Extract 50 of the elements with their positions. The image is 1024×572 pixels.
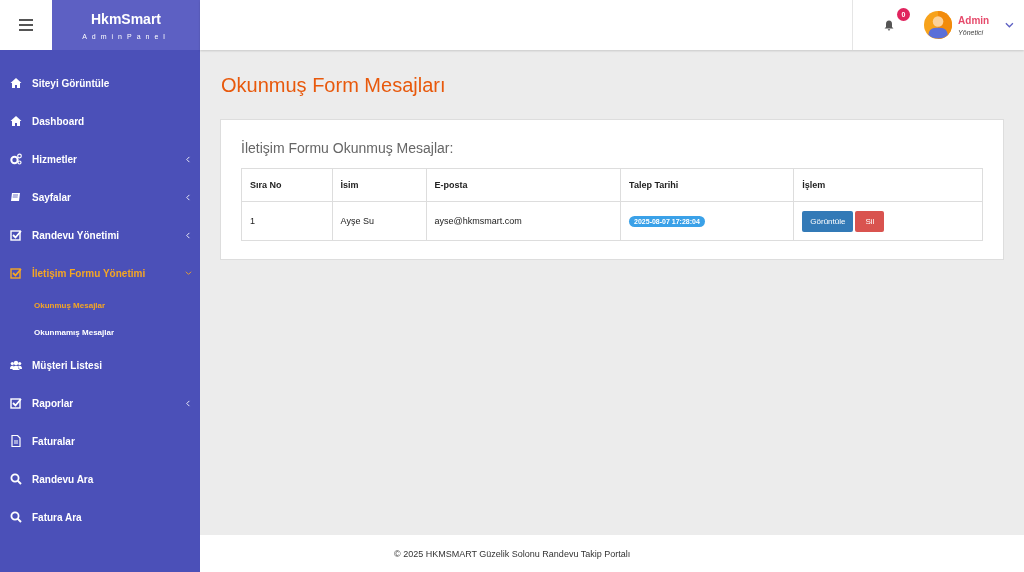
column-header: İsim — [332, 168, 427, 202]
book-icon — [10, 191, 22, 203]
submenu-item[interactable]: Okunmuş Mesajlar — [0, 292, 200, 319]
sidebar-item[interactable]: Dashboard — [0, 102, 200, 140]
user-name: Admin — [958, 14, 990, 26]
checkbox-icon — [10, 397, 22, 409]
chevron-down-icon — [185, 269, 192, 277]
column-header: Talep Tarihi — [620, 168, 794, 202]
column-header: E-posta — [426, 168, 621, 202]
sidebar-item[interactable]: Hizmetler — [0, 140, 200, 178]
column-header: Sıra No — [241, 168, 333, 202]
notification-button[interactable] — [883, 19, 894, 31]
users-icon — [10, 359, 22, 371]
sidebar-item[interactable]: Müşteri Listesi — [0, 346, 200, 384]
chevron-down-icon[interactable] — [1005, 22, 1014, 28]
footer-text: © 2025 HKMSMART Güzelik Solonu Randevu Takip Portalı — [200, 535, 1024, 572]
home-icon — [10, 115, 22, 127]
checkbox-icon — [10, 267, 22, 279]
menu-button[interactable] — [0, 0, 52, 50]
view-button[interactable]: Görüntüle — [802, 210, 854, 232]
column-header: İşlem — [793, 168, 983, 202]
sidebar-item[interactable]: Sayfalar — [0, 178, 200, 216]
table-cell: 1 — [241, 201, 333, 241]
chevron-left-icon — [185, 155, 192, 163]
submenu-item[interactable]: Okunmamış Mesajlar — [0, 319, 200, 346]
chevron-left-icon — [185, 399, 192, 407]
checkbox-icon — [10, 229, 22, 241]
card-title: İletişim Formu Okunmuş Mesajlar: — [241, 140, 455, 156]
chevron-left-icon — [185, 231, 192, 239]
search-icon — [10, 511, 22, 523]
sidebar-item[interactable]: İletişim Formu Yönetimi — [0, 254, 200, 292]
sidebar-item[interactable]: Siteyi Görüntüle — [0, 64, 200, 102]
document-icon — [10, 435, 22, 447]
delete-button[interactable]: Sil — [855, 210, 885, 232]
page-title: Okunmuş Form Mesajları — [221, 74, 447, 97]
sidebar-item[interactable]: Fatura Ara — [0, 498, 200, 536]
chevron-left-icon — [185, 193, 192, 201]
brand-title: HkmSmart — [91, 10, 161, 27]
gears-icon — [10, 153, 22, 165]
table-cell: ayse@hkmsmart.com — [426, 201, 621, 241]
home-icon — [10, 77, 22, 89]
menu-icon — [19, 19, 33, 31]
sidebar-item[interactable]: Faturalar — [0, 422, 200, 460]
bell-icon — [883, 19, 894, 31]
table-cell: Ayşe Su — [332, 201, 427, 241]
sidebar-item[interactable]: Raporlar — [0, 384, 200, 422]
sidebar-item[interactable]: Randevu Yönetimi — [0, 216, 200, 254]
sidebar-item[interactable]: Randevu Ara — [0, 460, 200, 498]
avatar-icon — [924, 9, 953, 41]
search-icon — [10, 473, 22, 485]
